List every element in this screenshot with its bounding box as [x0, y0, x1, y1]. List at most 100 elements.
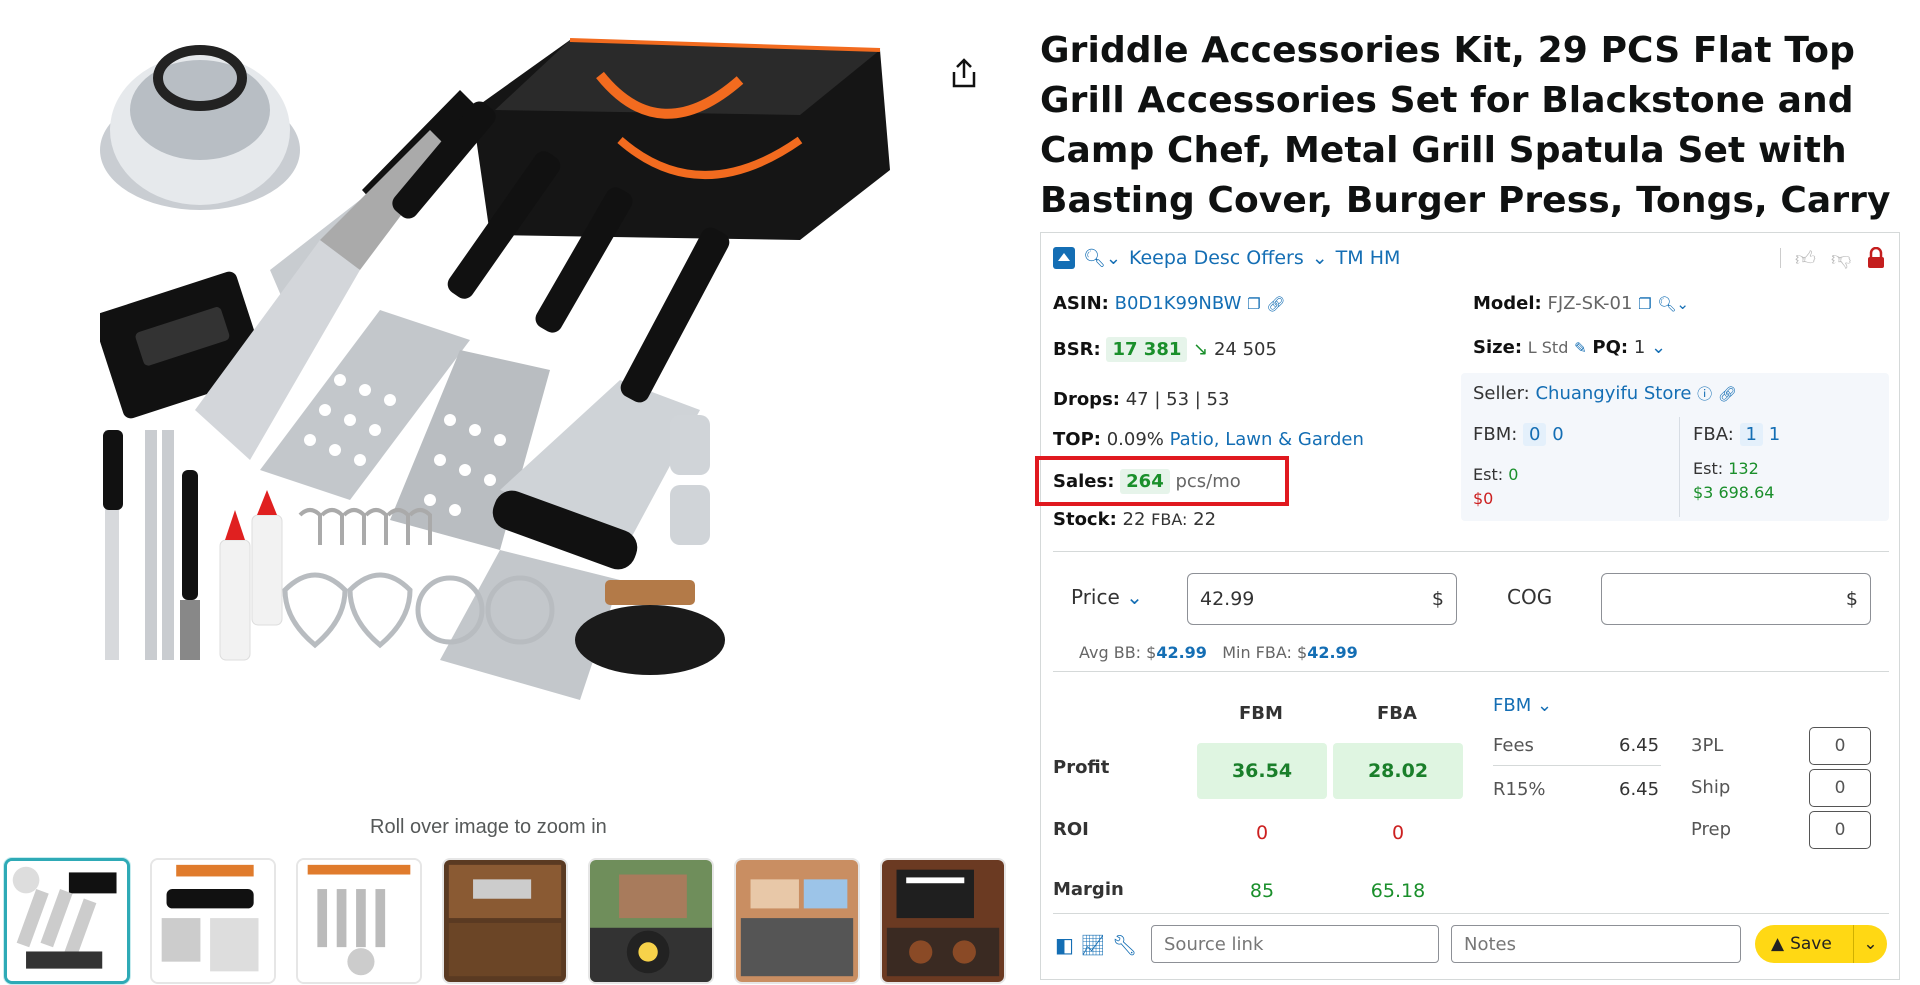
image-gallery: Roll over image to zoom in — [0, 0, 1010, 985]
thumbnail-7[interactable] — [880, 858, 1006, 984]
fba-est-row: Est: 132 — [1693, 459, 1759, 478]
fba-row: FBA: 1 1 — [1693, 423, 1780, 446]
zoom-hint: Roll over image to zoom in — [370, 816, 607, 838]
prep-input[interactable]: 0 — [1809, 811, 1871, 849]
model-label: Model: — [1473, 293, 1542, 314]
thumbnail-1[interactable] — [4, 858, 130, 984]
profit-fbm: 36.54 — [1197, 743, 1327, 799]
notes-input[interactable]: Notes — [1451, 925, 1741, 963]
margin-fbm: 85 — [1249, 880, 1275, 902]
chevron-down-icon[interactable]: ⌄ — [1853, 925, 1887, 963]
r15-value: 6.45 — [1619, 779, 1660, 800]
roi-fbm: 0 — [1255, 822, 1269, 844]
price-label: Price — [1071, 585, 1120, 609]
divider — [1780, 248, 1781, 268]
basting-cover-illustration — [100, 45, 300, 210]
price-stats: Avg BB: $42.99 Min FBA: $42.99 — [1079, 643, 1358, 662]
margin-fba: 65.18 — [1370, 880, 1426, 902]
thumbs-down-icon[interactable]: 👎︎ — [1831, 247, 1853, 269]
search-dropdown-icon[interactable]: 🔍︎⌄ — [1083, 248, 1121, 269]
main-product-image[interactable] — [100, 20, 920, 790]
fba-count-a: 1 — [1739, 423, 1763, 446]
fee-mode-dropdown[interactable]: FBM ⌄ — [1493, 695, 1552, 716]
divider — [1053, 551, 1889, 552]
bsr-previous: 24 505 — [1213, 339, 1277, 360]
thumbnail-3[interactable] — [296, 858, 422, 984]
top-percent: 0.09% — [1106, 429, 1164, 450]
model-row: Model: FJZ-SK-01 ❐ 🔍︎⌄ — [1473, 293, 1689, 314]
price-value: 42.99 — [1200, 588, 1255, 610]
fba-est-label: Est: — [1693, 459, 1724, 478]
row-margin: Margin — [1053, 879, 1124, 900]
r15-label: R15% — [1493, 779, 1546, 800]
fees-value: 6.45 — [1619, 735, 1660, 756]
fbm-est-money: $0 — [1473, 489, 1494, 508]
share-icon[interactable] — [948, 56, 980, 90]
tm-link[interactable]: TM HM — [1336, 247, 1401, 269]
pq-value: 1 — [1633, 337, 1646, 358]
avg-bb-label: Avg BB: $ — [1079, 643, 1157, 662]
offers-link[interactable]: Keepa Desc Offers — [1129, 247, 1304, 269]
fee-mode-label: FBM — [1493, 695, 1532, 716]
stock-fba-value: 22 — [1193, 509, 1217, 530]
chevron-down-icon[interactable]: ⌄ — [1651, 337, 1666, 358]
chart-icon[interactable]: 📈︎ — [1080, 933, 1105, 957]
link-icon[interactable]: 🔗︎ — [1266, 295, 1285, 313]
drops-row: Drops: 47 | 53 | 53 — [1053, 389, 1229, 410]
column-fbm: FBM — [1239, 703, 1283, 724]
edit-icon[interactable]: ✎ — [1574, 339, 1587, 357]
trend-down-icon: ↘ — [1193, 339, 1209, 360]
wrench-icon[interactable]: 🔧︎ — [1112, 933, 1137, 957]
size-value: L Std — [1527, 338, 1569, 357]
asin-row: ASIN: B0D1K99NBW ❐ 🔗︎ — [1053, 293, 1285, 314]
lock-icon[interactable] — [1867, 247, 1885, 269]
source-link-input[interactable]: Source link — [1151, 925, 1439, 963]
seller-box: Seller: Chuangyifu Store ⓘ 🔗︎ FBM: 0 0 E… — [1461, 373, 1889, 521]
info-icon[interactable]: ⓘ — [1697, 385, 1712, 403]
prep-label: Prep — [1691, 819, 1732, 840]
fbm-label: FBM: — [1473, 424, 1518, 445]
thumbs-up-icon[interactable]: 👍︎ — [1795, 247, 1817, 269]
fba-count-b: 1 — [1768, 424, 1781, 445]
top-category-link[interactable]: Patio, Lawn & Garden — [1170, 429, 1364, 450]
price-input[interactable]: 42.99 $ — [1187, 573, 1457, 625]
fbm-count-b: 0 — [1552, 424, 1564, 445]
drops-label: Drops: — [1053, 389, 1120, 410]
keepa-header: 🔍︎⌄ Keepa Desc Offers ⌄ TM HM — [1053, 247, 1400, 269]
stock-fba-label: FBA: — [1151, 510, 1188, 529]
copy-icon[interactable]: ❐ — [1247, 295, 1260, 313]
chevron-down-icon: ⌄ — [1126, 585, 1143, 609]
thumbnail-6[interactable] — [734, 858, 860, 984]
fbm-row: FBM: 0 0 — [1473, 423, 1564, 446]
sales-label: Sales: — [1053, 471, 1115, 492]
fbm-est-row: Est: 0 — [1473, 465, 1518, 484]
fbm-est-label: Est: — [1473, 465, 1504, 484]
price-selector[interactable]: Price ⌄ — [1071, 585, 1143, 609]
asin-value[interactable]: B0D1K99NBW — [1115, 293, 1242, 314]
drops-value: 47 | 53 | 53 — [1125, 389, 1230, 410]
thumbnail-2[interactable] — [150, 858, 276, 984]
row-profit: Profit — [1053, 757, 1110, 778]
save-label: Save — [1790, 934, 1832, 954]
collapse-toggle[interactable] — [1053, 247, 1075, 269]
cog-input[interactable]: $ — [1601, 573, 1871, 625]
seller-link[interactable]: Chuangyifu Store — [1535, 383, 1691, 404]
chevron-down-icon[interactable]: ⌄ — [1312, 247, 1328, 269]
save-button[interactable]: ▲ Save ⌄ — [1755, 925, 1887, 963]
search-dropdown-icon[interactable]: 🔍︎⌄ — [1657, 295, 1689, 313]
carry-bag-illustration — [472, 38, 890, 240]
thumbnail-5[interactable] — [588, 858, 714, 984]
sales-unit: pcs/mo — [1175, 471, 1241, 492]
sales-value: 264 — [1120, 469, 1170, 494]
keepa-panel: 🔍︎⌄ Keepa Desc Offers ⌄ TM HM 👍︎ 👎︎ ASIN… — [1040, 232, 1900, 980]
tpl-input[interactable]: 0 — [1809, 727, 1871, 765]
ship-input[interactable]: 0 — [1809, 769, 1871, 807]
link-icon[interactable]: 🔗︎ — [1718, 385, 1737, 403]
divider — [1493, 765, 1661, 766]
thumbnail-4[interactable] — [442, 858, 568, 984]
column-fba: FBA — [1377, 703, 1417, 724]
divider — [1053, 913, 1889, 914]
copy-icon[interactable]: ❐ — [1638, 295, 1651, 313]
tpl-label: 3PL — [1691, 735, 1724, 756]
sidebar-icon[interactable]: ◧ — [1055, 933, 1074, 957]
